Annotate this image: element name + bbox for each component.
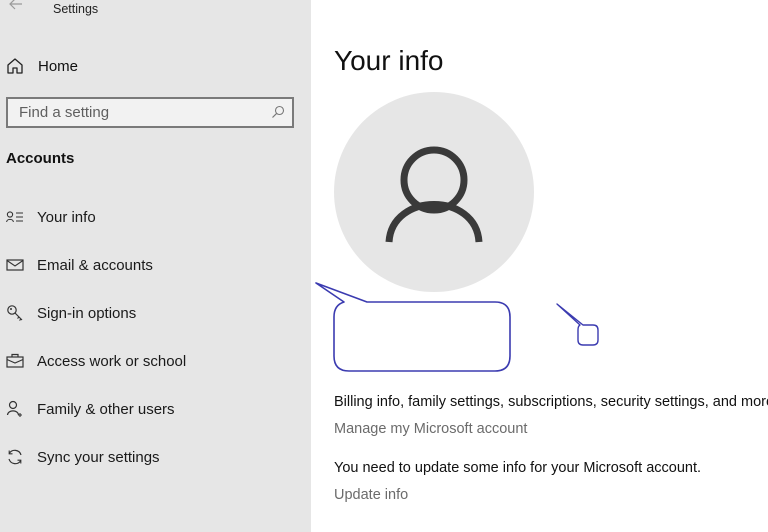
sync-icon <box>6 448 24 466</box>
sidebar-item-sync-settings[interactable]: Sync your settings <box>6 446 160 468</box>
back-button[interactable] <box>6 0 26 14</box>
home-nav-item[interactable]: Home <box>6 56 78 76</box>
microsoft-account-description: Billing info, family settings, subscript… <box>334 394 768 410</box>
search-input[interactable] <box>8 99 292 126</box>
home-icon <box>6 57 24 75</box>
sidebar-item-label: Access work or school <box>37 352 187 370</box>
sidebar-item-your-info[interactable]: Your info <box>6 206 96 228</box>
sidebar-item-label: Sync your settings <box>37 448 160 466</box>
page-title: Your info <box>334 45 444 76</box>
avatar[interactable] <box>334 92 534 292</box>
sidebar-item-sign-in-options[interactable]: Sign-in options <box>6 302 136 324</box>
back-arrow-icon <box>9 0 22 10</box>
key-icon <box>6 304 24 322</box>
contact-info-icon <box>6 208 24 226</box>
person-icon <box>385 146 483 243</box>
mail-icon <box>6 256 24 274</box>
title-bar: Settings <box>0 0 311 20</box>
sidebar-item-label: Family & other users <box>37 400 175 418</box>
sidebar-item-family-other-users[interactable]: Family & other users <box>6 398 175 420</box>
sidebar-item-access-work-school[interactable]: Access work or school <box>6 350 186 372</box>
search-icon[interactable] <box>271 105 285 119</box>
sidebar-item-label: Your info <box>37 208 96 226</box>
section-title-accounts: Accounts <box>6 150 75 167</box>
home-label: Home <box>38 57 79 75</box>
search-box[interactable] <box>6 97 294 128</box>
sidebar-item-label: Email & accounts <box>37 256 153 274</box>
update-info-link[interactable]: Update info <box>334 487 408 503</box>
app-title: Settings <box>53 2 99 16</box>
sidebar: Settings Home Accounts Your info <box>0 0 311 532</box>
update-info-notice: You need to update some info for your Mi… <box>334 460 702 476</box>
add-person-icon <box>6 400 24 418</box>
briefcase-icon <box>6 352 24 370</box>
manage-microsoft-account-link[interactable]: Manage my Microsoft account <box>334 421 527 437</box>
sidebar-item-label: Sign-in options <box>37 304 137 322</box>
sidebar-item-email-accounts[interactable]: Email & accounts <box>6 254 153 276</box>
